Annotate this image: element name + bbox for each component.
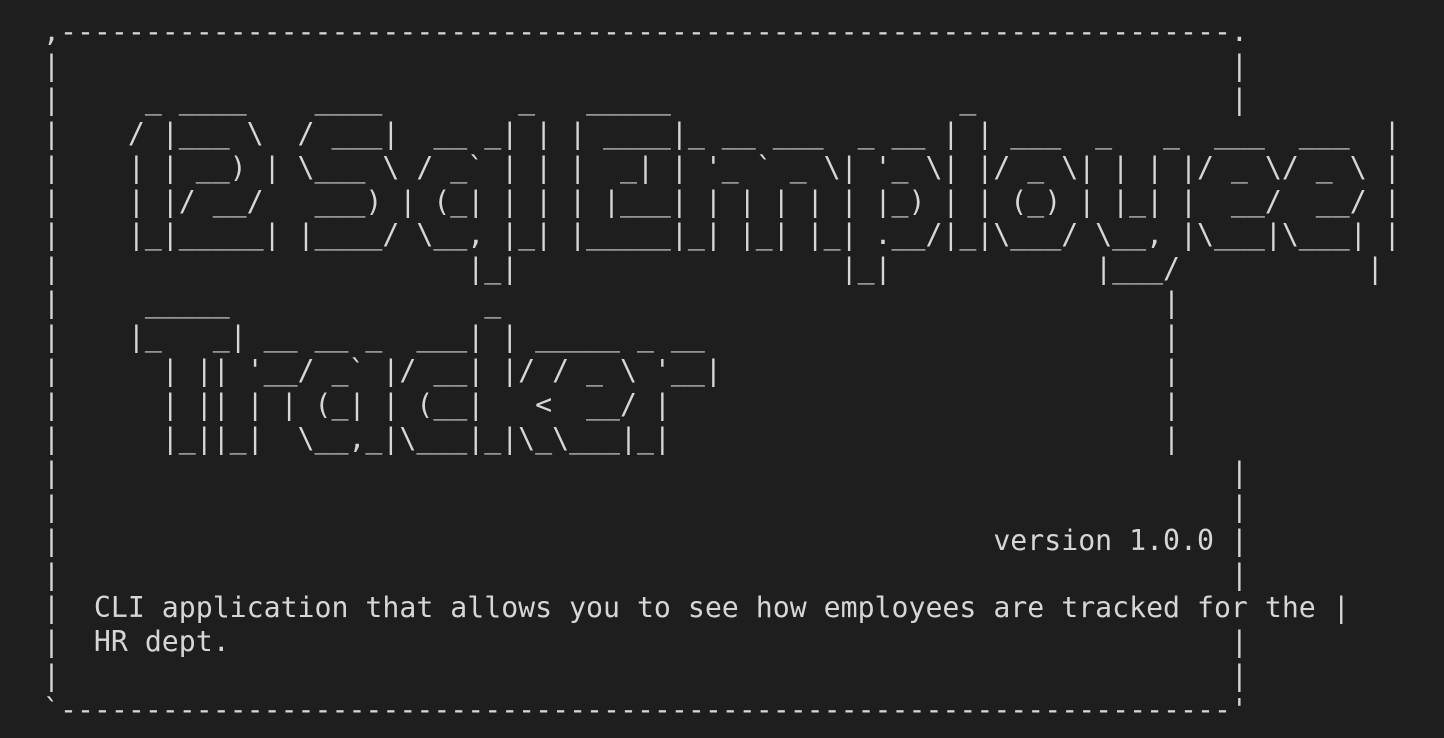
terminal-line: | | | __) | \___ \ / _` | | | _| | '_ ` … — [43, 150, 1401, 184]
terminal-line: | _____ _ | — [43, 286, 1181, 320]
terminal-line: ,---------------------------------------… — [43, 15, 1248, 48]
terminal-line: | CLI application that allows you to see… — [43, 591, 1350, 625]
terminal-output: ,---------------------------------------… — [43, 15, 1401, 727]
terminal-line: | | |/ __/ ___) | (_| | | | |___| | | | … — [43, 184, 1401, 218]
terminal-line: | | — [43, 48, 1248, 82]
terminal-line: | |_||_| \__,_|\___|_|\_\___|_| | — [43, 421, 1181, 455]
terminal-window: ,---------------------------------------… — [0, 0, 1444, 738]
terminal-line: | |_| |_| |___/ | — [43, 252, 1384, 286]
terminal-line: | | || | | (_| | (__| < __/ | | — [43, 387, 1181, 421]
terminal-line: | |_|_____| |____/ \__, |_| |_____|_| |_… — [43, 218, 1401, 252]
terminal-line: | version 1.0.0 | — [43, 523, 1248, 557]
terminal-line: `---------------------------------------… — [43, 693, 1248, 727]
terminal-line: | | || '__/ _` |/ __| |/ / _ \ '__| | — [43, 354, 1181, 388]
terminal-line: | HR dept. | — [43, 625, 1248, 659]
terminal-line: | / |___ \ / ___| __ _| | | ____|_ __ __… — [43, 116, 1401, 150]
terminal-line: | | — [43, 489, 1248, 523]
terminal-line: | |_ _| __ __ _ ___| | _____ _ __ | — [43, 320, 1181, 354]
terminal-line: | | — [43, 455, 1248, 489]
terminal-line: | | — [43, 557, 1248, 591]
terminal-line: | _ ____ ____ _ _____ _ | — [43, 82, 1248, 116]
terminal-line: | | — [43, 659, 1248, 693]
